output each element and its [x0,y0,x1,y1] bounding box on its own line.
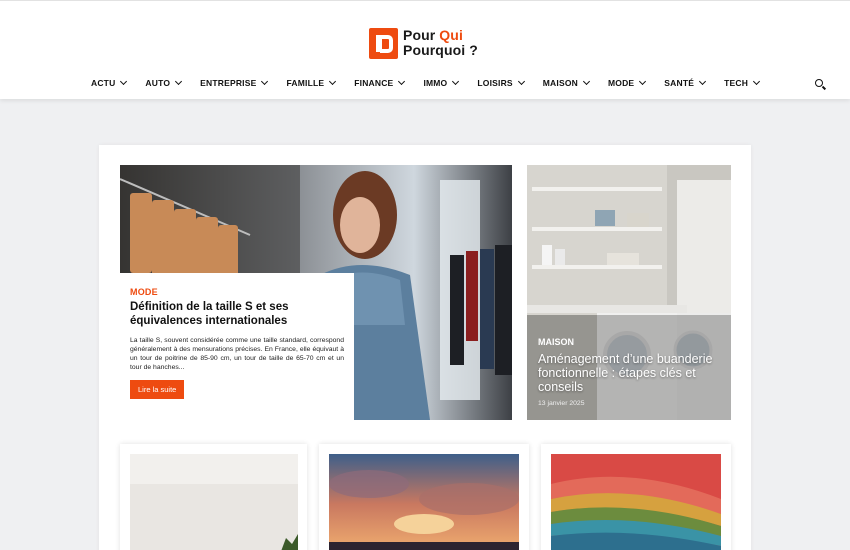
article-card-image[interactable] [329,454,519,550]
nav-item-immo[interactable]: IMMO [423,77,460,88]
nav-item-mode[interactable]: MODE [608,77,647,88]
main-nav: ACTU AUTO ENTREPRISE FAMILLE FINANCE IMM… [0,76,850,94]
search-icon[interactable] [815,79,827,91]
article-card[interactable] [120,444,307,550]
article-card-image[interactable] [551,454,721,550]
nav-item-tech[interactable]: TECH [724,77,761,88]
chevron-down-icon [452,77,460,86]
nav-item-maison[interactable]: MAISON [543,77,591,88]
side-date: 13 janvier 2025 [538,400,585,407]
nav-item-sante[interactable]: SANTÉ [664,77,707,88]
side-title[interactable]: Aménagement d’une buanderie fonctionnell… [538,352,728,394]
read-more-button[interactable]: Lire la suite [130,380,185,399]
chevron-down-icon [398,77,406,86]
featured-title[interactable]: Définition de la taille S et ses équival… [130,300,344,328]
chevron-down-icon [517,77,525,86]
chevron-down-icon [175,77,183,86]
article-card[interactable] [319,444,529,550]
nav-item-actu[interactable]: ACTU [91,77,128,88]
side-category-label[interactable]: MAISON [538,337,728,347]
nav-item-finance[interactable]: FINANCE [354,77,406,88]
article-card[interactable] [541,444,731,550]
nav-item-famille[interactable]: FAMILLE [286,77,337,88]
chevron-down-icon [639,77,647,86]
logo-mark-icon [369,27,398,59]
nav-item-auto[interactable]: AUTO [145,77,183,88]
chevron-down-icon [261,77,269,86]
featured-excerpt: La taille S, souvent considérée comme un… [130,337,344,371]
chevron-down-icon [699,77,707,86]
featured-category-label[interactable]: MODE [130,287,344,297]
chevron-down-icon [120,77,128,86]
chevron-down-icon [329,77,337,86]
chevron-down-icon [582,77,591,86]
side-article-overlay: MAISON Aménagement d’une buanderie fonct… [538,337,728,407]
logo-text: Pour Qui Pourquoi ? [403,27,478,58]
site-header: Pour Qui Pourquoi ? ACTU AUTO ENTREPRISE… [0,0,850,99]
nav-item-entreprise[interactable]: ENTREPRISE [200,77,269,88]
site-logo[interactable]: Pour Qui Pourquoi ? [369,26,478,60]
featured-article-card: MODE Définition de la taille S et ses éq… [120,273,354,420]
article-card-image[interactable] [130,454,298,550]
nav-item-loisirs[interactable]: LOISIRS [477,77,525,88]
chevron-down-icon [753,77,761,86]
